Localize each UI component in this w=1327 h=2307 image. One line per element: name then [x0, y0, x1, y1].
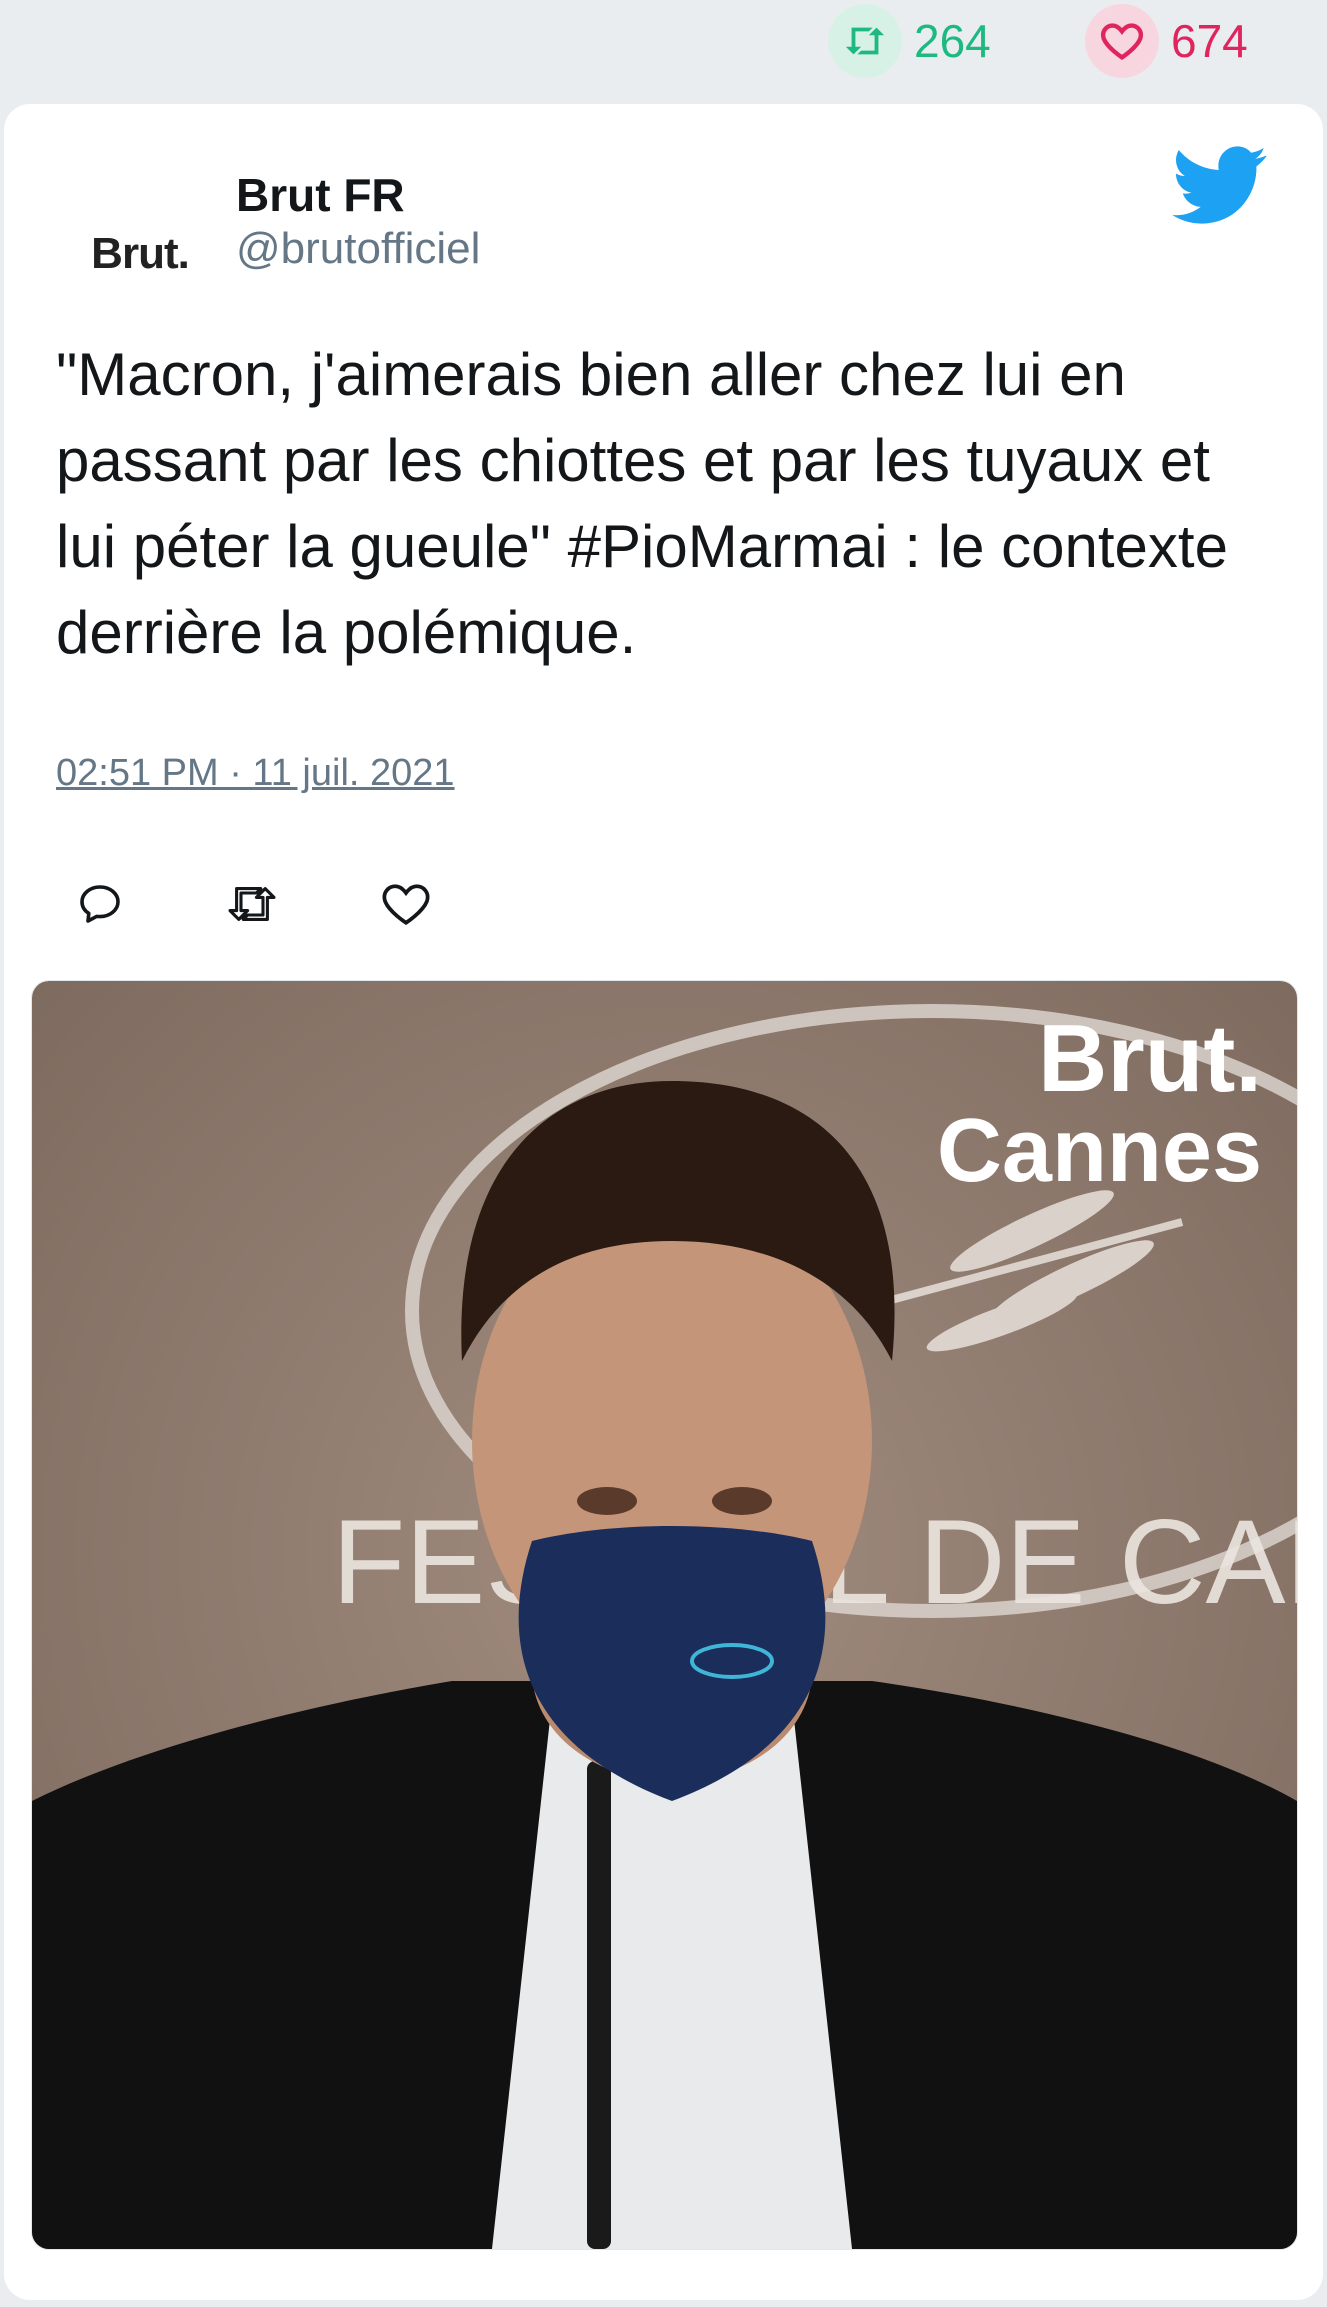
- media-illustration: FESTIVAL DE CANNES Brut. Cannes: [32, 981, 1297, 2249]
- tweet-card: Brut. Brut FR @brutofficiel "Macron, j'a…: [4, 104, 1323, 2300]
- heart-icon: [1085, 4, 1159, 78]
- reply-button[interactable]: [70, 874, 130, 934]
- cannes-overlay-text: Cannes: [937, 1101, 1262, 1201]
- engagement-stats-bar: 264 674: [0, 0, 1327, 95]
- author-name[interactable]: Brut FR: [236, 168, 405, 222]
- tweet-text: "Macron, j'aimerais bien aller chez lui …: [56, 341, 1228, 666]
- like-stat[interactable]: 674: [1085, 4, 1248, 78]
- retweet-icon: [228, 887, 276, 921]
- like-count: 674: [1171, 15, 1248, 67]
- tweet-media-image[interactable]: FESTIVAL DE CANNES Brut. Cannes: [31, 980, 1298, 2250]
- microphone: [587, 1761, 611, 2249]
- heart-icon: [382, 884, 430, 925]
- right-eye: [712, 1487, 772, 1515]
- brut-overlay-text: Brut.: [1038, 1005, 1262, 1112]
- avatar-logo-text: Brut.: [91, 229, 190, 278]
- twitter-bird-icon[interactable]: [1172, 146, 1268, 231]
- retweet-button[interactable]: [222, 874, 282, 934]
- reply-icon: [80, 885, 120, 923]
- retweet-icon: [828, 4, 902, 78]
- avatar[interactable]: Brut.: [80, 194, 200, 314]
- retweet-stat[interactable]: 264: [828, 4, 991, 78]
- author-handle[interactable]: @brutofficiel: [236, 224, 480, 274]
- tweet-timestamp[interactable]: 02:51 PM · 11 juil. 2021: [56, 752, 455, 795]
- retweet-count: 264: [914, 15, 991, 67]
- left-eye: [577, 1487, 637, 1515]
- like-button[interactable]: [376, 874, 436, 934]
